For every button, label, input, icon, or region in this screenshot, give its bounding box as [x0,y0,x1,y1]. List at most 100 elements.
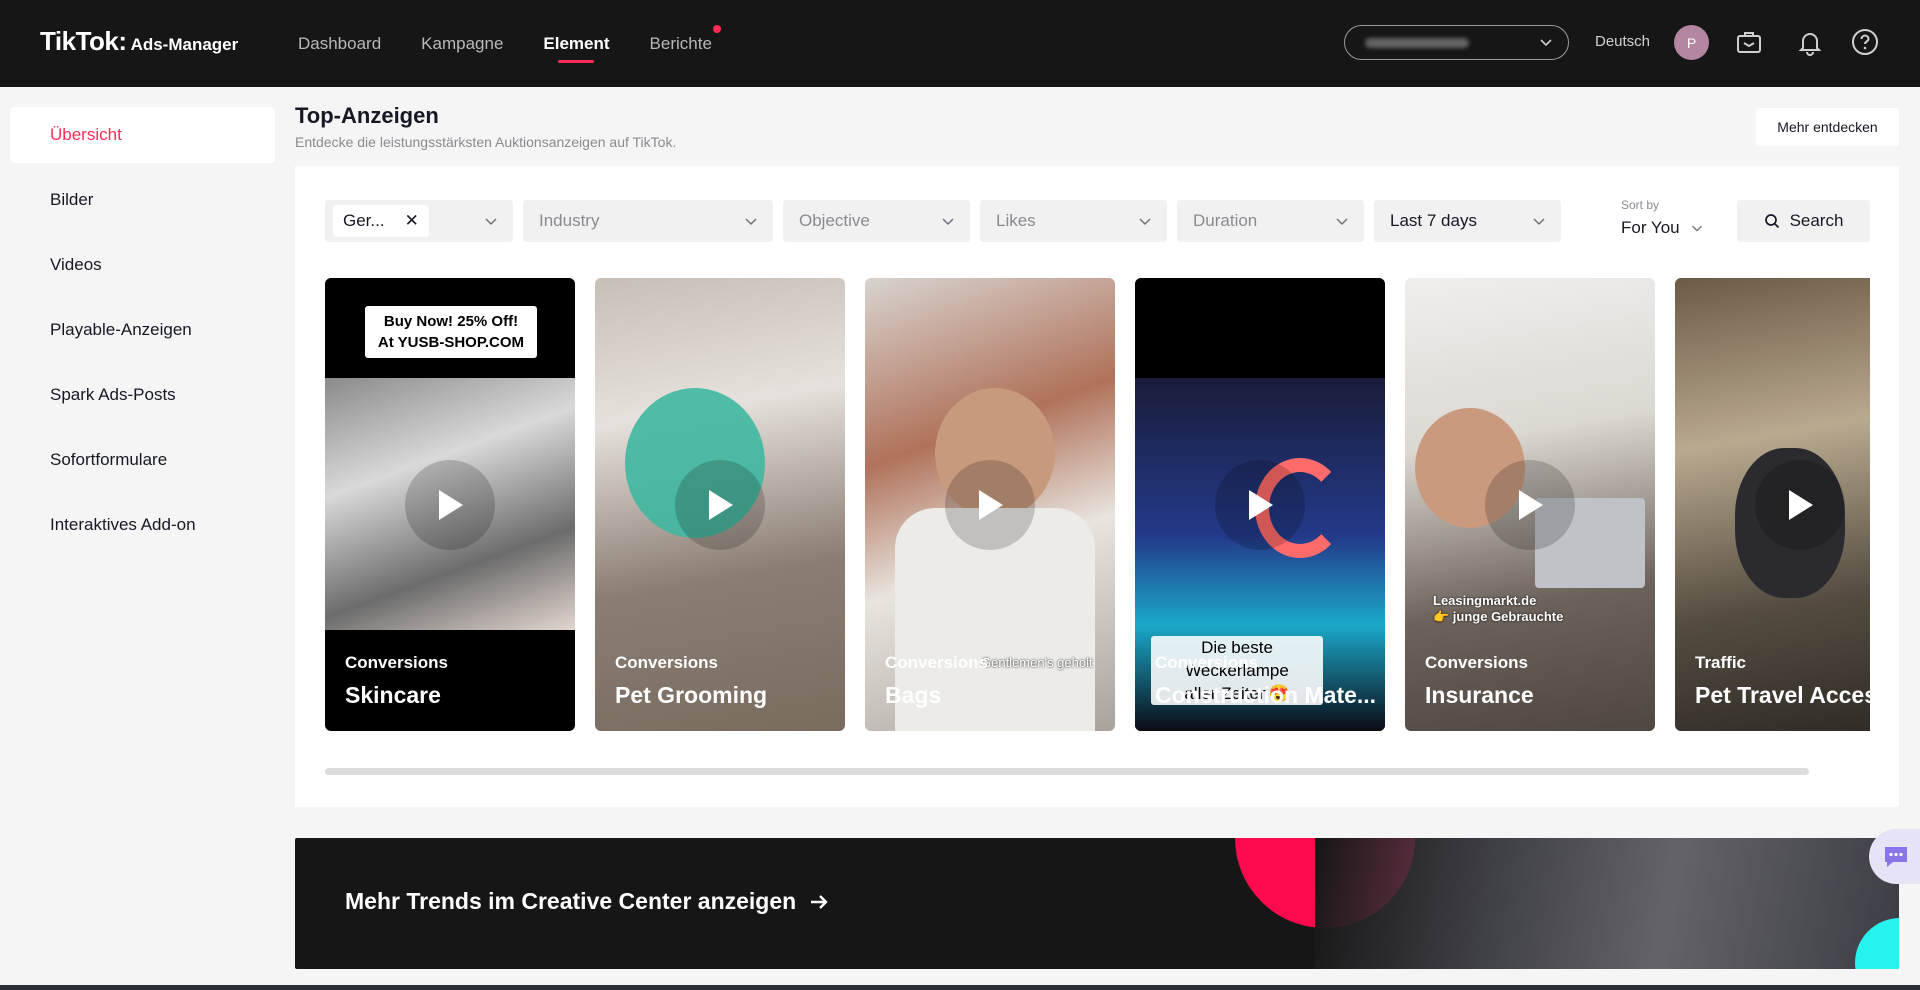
card-objective: Traffic [1695,653,1747,672]
ad-card-skincare[interactable]: Buy Now! 25% Off! At YUSB-SHOP.COM Conve… [325,278,575,731]
chat-icon [1885,846,1907,867]
period-filter[interactable]: Last 7 days [1374,200,1561,242]
help-icon[interactable] [1850,27,1880,57]
sidebar-item-label: Übersicht [50,125,122,144]
tiktok-ads-manager-logo[interactable]: TikTok : Ads-Manager [40,26,238,57]
search-button[interactable]: Search [1737,200,1870,242]
play-icon[interactable] [945,459,1035,550]
banner-text: Mehr Trends im Creative Center anzeigen [345,888,797,914]
notification-dot [712,25,721,33]
nav-element[interactable]: Element [543,0,610,87]
carousel-scrollbar[interactable] [325,768,1809,775]
ad-cards-carousel[interactable]: Buy Now! 25% Off! At YUSB-SHOP.COM Conve… [325,278,1870,733]
card-overlay-text: Gentlemen's geholt [981,655,1093,670]
card-title: Bags [885,682,942,708]
search-button-label: Search [1789,211,1844,230]
bell-icon[interactable] [1795,27,1825,57]
country-chip-label: Ger... [343,211,385,230]
ad-card-pet-grooming[interactable]: Conversions Pet Grooming [595,278,845,731]
ad-card-pet-travel[interactable]: Traffic Pet Travel Access [1675,278,1870,731]
play-icon[interactable] [1755,459,1845,550]
page-subtitle: Entdecke die leistungsstärksten Auktions… [295,134,677,150]
chevron-down-icon [1691,225,1702,232]
chevron-down-icon [1540,39,1552,47]
industry-filter[interactable]: Industry [523,200,773,242]
period-value: Last 7 days [1390,211,1477,230]
play-icon[interactable] [675,459,765,550]
play-icon[interactable] [405,459,495,550]
top-navigation-bar: TikTok : Ads-Manager Dashboard Kampagne … [0,0,1920,87]
card-objective: Conversions [1155,653,1258,672]
logo-sub: Ads-Manager [130,35,239,54]
nav-kampagne-label: Kampagne [421,33,504,53]
top-ads-panel: Ger... ✕ Industry Objective Likes Durati… [295,166,1899,807]
avatar[interactable]: P [1674,25,1709,60]
sidebar-item-sofortformulare[interactable]: Sofortformulare [10,432,275,488]
ad-card-bags[interactable]: Gentlemen's geholt Conversions Bags [865,278,1115,731]
card-objective: Conversions [1425,653,1528,672]
sidebar-item-playable-anzeigen[interactable]: Playable-Anzeigen [10,302,275,358]
sort-by-label: Sort by [1621,198,1660,212]
sidebar-item-label: Videos [50,255,102,274]
sidebar-item-uebersicht[interactable]: Übersicht [10,107,275,163]
sidebar-item-label: Bilder [50,190,94,209]
sidebar-item-interaktives-add-on[interactable]: Interaktives Add-on [10,497,275,553]
card-overlay-text: Buy Now! 25% Off! At YUSB-SHOP.COM [365,306,537,358]
duration-filter[interactable]: Duration [1177,200,1364,242]
close-icon[interactable]: ✕ [405,211,419,231]
chevron-down-icon [745,218,757,226]
sidebar: Übersicht Bilder Videos Playable-Anzeige… [0,87,280,990]
window-bottom-edge [0,985,1920,990]
chevron-down-icon [1533,218,1545,226]
industry-placeholder: Industry [539,211,600,230]
objective-filter[interactable]: Objective [783,200,970,242]
chevron-down-icon [485,218,497,226]
logo-main: TikTok [40,26,119,56]
card-objective: Conversions [615,653,718,672]
logo-separator: : [118,26,127,56]
chevron-down-icon [1139,218,1151,226]
card-title: Construction Mate... [1155,682,1377,708]
play-icon[interactable] [1485,459,1575,550]
arrow-right-icon [811,894,828,909]
active-nav-underline [558,60,595,63]
nav-element-label: Element [543,33,610,53]
creative-center-banner[interactable]: Mehr Trends im Creative Center anzeigen [295,838,1899,969]
country-filter[interactable]: Ger... ✕ [325,200,513,242]
country-chip: Ger... ✕ [333,205,429,237]
search-icon [1764,214,1779,229]
card-title: Insurance [1425,682,1534,708]
nav-kampagne[interactable]: Kampagne [421,0,503,87]
play-icon[interactable] [1215,459,1305,550]
nav-berichte[interactable]: Berichte [649,0,721,87]
language-switcher[interactable]: Deutsch [1595,33,1650,50]
chat-support-button[interactable] [1869,829,1920,884]
sidebar-item-videos[interactable]: Videos [10,237,275,293]
card-overlay-text: Leasingmarkt.de 👉 junge Gebrauchte [1433,593,1564,624]
more-discover-button[interactable]: Mehr entdecken [1756,108,1899,146]
card-objective: Conversions [885,653,988,672]
banner-image-collage [1315,838,1899,969]
chevron-down-icon [942,218,954,226]
sort-by-select[interactable]: For You [1621,218,1704,238]
sort-by-value: For You [1621,218,1680,237]
account-name-blurred [1365,37,1469,48]
nav-berichte-label: Berichte [649,33,712,53]
card-objective: Conversions [345,653,448,672]
account-selector[interactable] [1344,25,1569,60]
ad-card-construction[interactable]: Die beste Weckerlampe aller Zeiten😍 Conv… [1135,278,1385,731]
banner-link[interactable]: Mehr Trends im Creative Center anzeigen [345,888,830,915]
sidebar-item-bilder[interactable]: Bilder [10,172,275,228]
nav-dashboard-label: Dashboard [298,33,382,53]
card-title: Pet Grooming [615,682,768,708]
nav-dashboard[interactable]: Dashboard [298,0,381,87]
page-title: Top-Anzeigen [295,103,439,128]
card-title: Skincare [345,682,441,708]
sidebar-item-label: Playable-Anzeigen [50,320,192,339]
ad-card-insurance[interactable]: Leasingmarkt.de 👉 junge Gebrauchte Conve… [1405,278,1655,731]
briefcase-icon[interactable] [1734,27,1764,57]
sidebar-item-label: Interaktives Add-on [50,515,196,534]
likes-filter[interactable]: Likes [980,200,1167,242]
sidebar-item-spark-ads-posts[interactable]: Spark Ads-Posts [10,367,275,423]
sidebar-item-label: Spark Ads-Posts [50,385,176,404]
